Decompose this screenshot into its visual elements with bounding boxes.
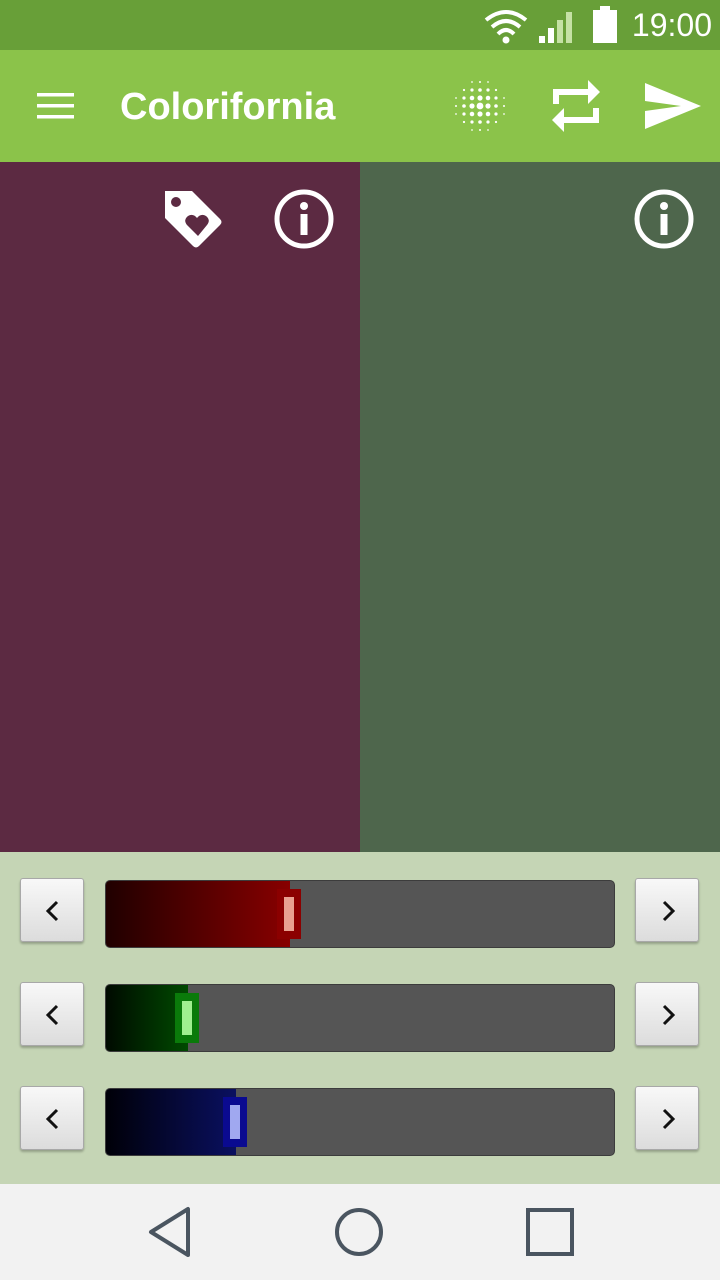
chevron-right-icon bbox=[662, 900, 676, 922]
status-bar: 19:00 bbox=[0, 0, 720, 50]
color-panel-left[interactable] bbox=[0, 162, 360, 852]
wifi-icon bbox=[484, 10, 528, 44]
chevron-left-icon bbox=[45, 1004, 59, 1026]
app-bar: Colorifornia bbox=[0, 50, 720, 162]
dots-pattern-icon[interactable] bbox=[452, 79, 508, 133]
screen: 19:00 Colorifornia bbox=[0, 0, 720, 1280]
battery-icon bbox=[593, 6, 617, 43]
tag-heart-icon[interactable] bbox=[162, 188, 224, 250]
blue-slider-thumb[interactable] bbox=[223, 1097, 247, 1147]
green-increase-button[interactable] bbox=[635, 982, 699, 1046]
recents-icon[interactable] bbox=[524, 1206, 576, 1258]
chevron-left-icon bbox=[45, 1108, 59, 1130]
blue-increase-button[interactable] bbox=[635, 1086, 699, 1150]
chevron-right-icon bbox=[662, 1108, 676, 1130]
red-slider[interactable] bbox=[105, 880, 615, 948]
info-icon[interactable] bbox=[633, 188, 695, 250]
chevron-right-icon bbox=[662, 1004, 676, 1026]
swap-icon[interactable] bbox=[550, 78, 602, 134]
blue-decrease-button[interactable] bbox=[20, 1086, 84, 1150]
chevron-left-icon bbox=[45, 900, 59, 922]
info-icon[interactable] bbox=[273, 188, 335, 250]
back-icon[interactable] bbox=[146, 1206, 194, 1258]
send-icon[interactable] bbox=[644, 82, 702, 130]
menu-icon[interactable] bbox=[36, 92, 76, 122]
red-increase-button[interactable] bbox=[635, 878, 699, 942]
blue-slider-fill bbox=[106, 1089, 236, 1155]
red-slider-fill bbox=[106, 881, 290, 947]
blue-slider[interactable] bbox=[105, 1088, 615, 1156]
app-title: Colorifornia bbox=[120, 86, 336, 128]
navigation-bar bbox=[0, 1184, 720, 1280]
red-slider-thumb[interactable] bbox=[277, 889, 301, 939]
red-decrease-button[interactable] bbox=[20, 878, 84, 942]
signal-icon bbox=[539, 12, 572, 43]
green-slider-thumb[interactable] bbox=[175, 993, 199, 1043]
green-decrease-button[interactable] bbox=[20, 982, 84, 1046]
home-icon[interactable] bbox=[333, 1206, 385, 1258]
color-panel-right[interactable] bbox=[360, 162, 720, 852]
status-time: 19:00 bbox=[631, 7, 712, 43]
rgb-controls bbox=[0, 852, 720, 1184]
